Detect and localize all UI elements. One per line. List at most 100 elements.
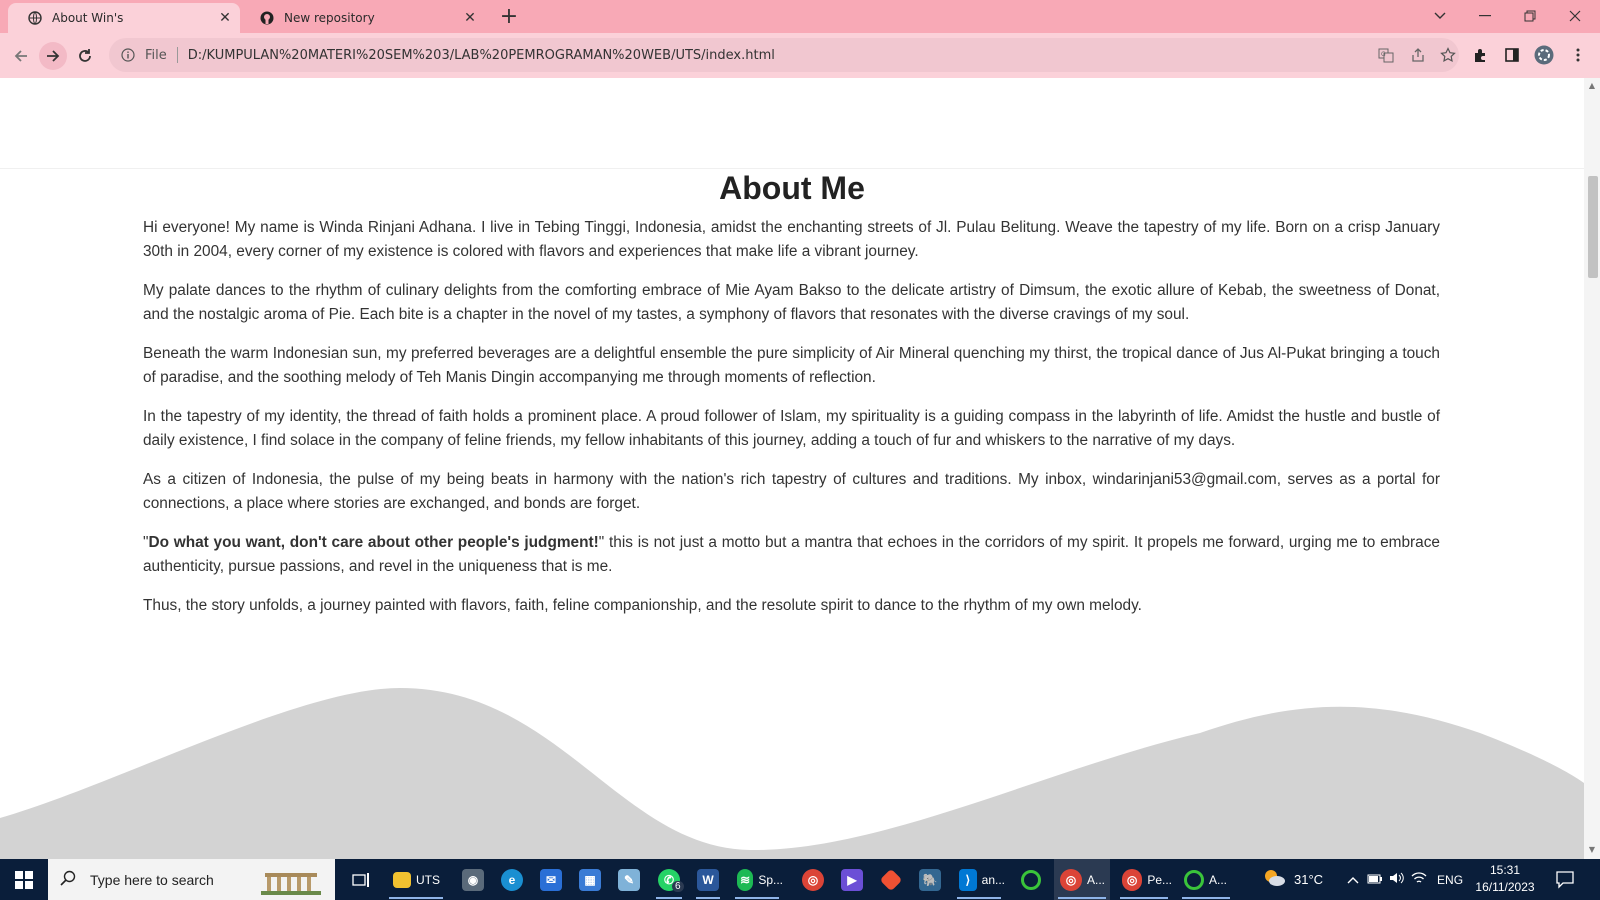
search-placeholder: Type here to search — [90, 871, 214, 888]
taskbar-app-label: UTS — [416, 872, 440, 887]
bookmark-star-icon[interactable] — [1439, 46, 1457, 64]
taskbar-chrome[interactable]: ◎ — [797, 859, 829, 900]
notification-center-icon[interactable] — [1555, 869, 1575, 889]
taskbar-file-explorer[interactable]: UTS — [385, 859, 447, 900]
notes-icon: ✎ — [618, 868, 640, 891]
taskbar-app-label: Sp... — [758, 872, 783, 887]
url-scheme-label: File — [145, 47, 167, 63]
web-page: About Me Hi everyone! My name is Winda R… — [0, 78, 1584, 859]
taskbar: Type here to search UTS ◉ e ✉ ▦ ✎ ✆ 6 W … — [0, 859, 1600, 900]
more-menu-icon[interactable] — [1568, 45, 1588, 65]
task-view-icon[interactable] — [345, 859, 377, 900]
tab-title: About Win's — [52, 11, 124, 25]
taskbar-postgres[interactable]: 🐘 — [914, 859, 946, 900]
scroll-down-icon[interactable]: ▼ — [1588, 846, 1596, 854]
motto-text: Do what you want, don't care about other… — [148, 534, 599, 551]
taskbar-clock[interactable]: 15:31 16/11/2023 — [1470, 862, 1540, 896]
taskbar-word[interactable]: W — [692, 859, 724, 900]
paragraph-food: My palate dances to the rhythm of culina… — [143, 282, 1440, 323]
divider — [176, 47, 178, 63]
chrome-icon: ◎ — [802, 868, 824, 891]
restore-button[interactable] — [1510, 4, 1550, 28]
weather-icon[interactable] — [1262, 868, 1286, 891]
word-icon: W — [697, 868, 719, 891]
page-title: About Me — [719, 170, 865, 206]
close-tab-icon[interactable]: ✕ — [218, 11, 232, 25]
camera-icon: ◉ — [462, 868, 484, 891]
url-text[interactable]: D:/KUMPULAN%20MATERI%20SEM%203/LAB%20PEM… — [188, 48, 775, 63]
new-tab-button[interactable]: + — [498, 6, 520, 28]
taskbar-chrome-active[interactable]: ◎ A... — [1054, 859, 1110, 900]
github-icon — [260, 11, 274, 25]
minimize-button[interactable] — [1465, 4, 1505, 28]
taskbar-app-label: A... — [1209, 872, 1228, 887]
taskbar-app-label: A... — [1087, 872, 1106, 887]
start-button[interactable] — [0, 859, 48, 900]
mail-icon: ✉ — [540, 868, 562, 891]
input-language[interactable]: ENG — [1437, 873, 1463, 887]
taskbar-app-last[interactable]: A... — [1178, 859, 1234, 900]
tab-about-wins[interactable]: About Win's ✕ — [8, 3, 240, 33]
taskbar-spotify[interactable]: ≋ Sp... — [731, 859, 783, 900]
tab-new-repository[interactable]: New repository ✕ — [240, 3, 485, 33]
taskbar-whatsapp[interactable]: ✆ 6 — [652, 859, 686, 900]
taskbar-store[interactable]: ▦ — [574, 859, 606, 900]
taskbar-app-purple[interactable]: ▶ — [836, 859, 868, 900]
globe-icon — [28, 11, 42, 25]
profile-avatar[interactable] — [1534, 45, 1554, 65]
side-panel-icon[interactable] — [1502, 45, 1522, 65]
scroll-thumb[interactable] — [1588, 176, 1598, 278]
paragraph-intro: Hi everyone! My name is Winda Rinjani Ad… — [143, 219, 1440, 260]
address-bar[interactable]: File D:/KUMPULAN%20MATERI%20SEM%203/LAB%… — [109, 38, 1459, 72]
close-window-button[interactable] — [1555, 4, 1595, 28]
wifi-icon[interactable] — [1411, 871, 1427, 888]
taskbar-notes[interactable]: ✎ — [613, 859, 645, 900]
share-icon[interactable] — [1409, 46, 1427, 64]
close-tab-icon[interactable]: ✕ — [463, 11, 477, 25]
taskbar-app-green[interactable] — [1015, 859, 1047, 900]
clock-time: 15:31 — [1489, 863, 1521, 877]
taskbar-vscode[interactable]: ⟩ an... — [953, 859, 1005, 900]
loading-icon — [1184, 869, 1204, 890]
weather-temperature[interactable]: 31°C — [1294, 872, 1323, 887]
battery-icon[interactable] — [1367, 872, 1383, 887]
back-arrow-icon[interactable] — [7, 42, 35, 70]
reload-icon[interactable] — [71, 42, 99, 70]
site-info-icon[interactable] — [119, 46, 137, 64]
store-icon: ▦ — [579, 868, 601, 891]
show-hidden-icons-chevron-icon[interactable] — [1347, 872, 1359, 887]
taskbar-mail[interactable]: ✉ — [535, 859, 567, 900]
translate-icon[interactable]: G — [1377, 46, 1395, 64]
loading-icon — [1021, 869, 1041, 890]
forward-arrow-icon[interactable] — [39, 42, 67, 70]
paragraph-beverages: Beneath the warm Indonesian sun, my pref… — [143, 345, 1440, 386]
svg-text:G: G — [1381, 51, 1386, 58]
taskbar-camera[interactable]: ◉ — [457, 859, 489, 900]
system-tray: 31°C ENG — [1262, 859, 1463, 900]
notification-badge: 6 — [672, 881, 684, 892]
search-highlight-image — [259, 865, 323, 898]
paragraph-closing: Thus, the story unfolds, a journey paint… — [143, 597, 1142, 614]
volume-icon[interactable] — [1389, 871, 1405, 888]
tab-search-chevron-icon[interactable] — [1420, 4, 1460, 28]
extensions-puzzle-icon[interactable] — [1471, 45, 1491, 65]
taskbar-app-label: an... — [981, 872, 1005, 887]
paragraph-motto: "Do what you want, don't care about othe… — [143, 531, 1440, 579]
database-icon: 🐘 — [919, 868, 941, 891]
taskbar-search-box[interactable]: Type here to search — [48, 859, 335, 900]
clock-date: 16/11/2023 — [1475, 880, 1535, 894]
edge-icon: e — [501, 868, 523, 891]
folder-icon — [393, 871, 411, 888]
taskbar-git[interactable] — [875, 859, 907, 900]
spotify-icon: ≋ — [737, 868, 754, 891]
taskbar-chrome-profile[interactable]: ◎ Pe... — [1116, 859, 1172, 900]
decorative-wave — [0, 688, 1584, 859]
taskbar-edge[interactable]: e — [496, 859, 528, 900]
browser-toolbar: File D:/KUMPULAN%20MATERI%20SEM%203/LAB%… — [0, 33, 1600, 78]
page-scrollbar[interactable]: ▲ ▼ — [1584, 78, 1600, 859]
scroll-up-icon[interactable]: ▲ — [1588, 82, 1596, 90]
search-icon — [60, 870, 76, 889]
windows-logo-icon — [15, 870, 33, 889]
taskbar-app-label: Pe... — [1147, 872, 1172, 887]
chrome-icon: ◎ — [1122, 868, 1143, 891]
